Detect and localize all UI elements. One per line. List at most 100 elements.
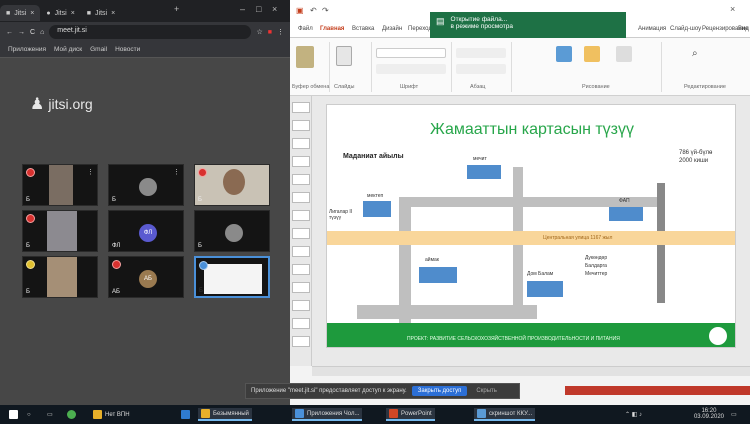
system-clock[interactable]: 16:20 03.09.2020 [694,408,724,420]
tray-icons[interactable]: ⌃ ◧ ♪ [622,408,645,421]
browser-tab[interactable]: ● Jitsi × [40,5,80,21]
url-input[interactable]: meet.jit.si [49,25,252,39]
extension-icon[interactable]: ■ [268,29,272,36]
stop-sharing-button[interactable]: Закрыть доступ [411,386,468,396]
participant-tile[interactable]: Б [194,164,270,206]
slide-thumbnail[interactable] [292,336,310,347]
minimize-icon[interactable]: – [240,4,245,14]
slide-thumbnail[interactable] [292,138,310,149]
close-icon[interactable]: × [111,10,115,17]
shapes-icon[interactable] [556,46,572,62]
building-block[interactable] [419,267,457,283]
font-format-buttons[interactable] [376,64,446,74]
participant-tile[interactable]: АБ АБ [108,256,184,298]
slide-title[interactable]: Жамааттын картасын түзүү [327,121,735,139]
participant-tile[interactable]: Б ⋮ [108,164,184,206]
participant-tile[interactable]: Б [194,210,270,252]
new-tab-button[interactable]: + [174,4,179,14]
ribbon-tab[interactable]: Вставка [352,26,374,32]
reload-icon[interactable]: C [30,29,35,36]
chrome-icon[interactable] [64,408,79,421]
quick-styles-icon[interactable] [616,46,632,62]
browser-tab[interactable]: ■ Jitsi × [0,5,41,21]
redo-icon[interactable]: ↷ [322,6,329,15]
ribbon-tab[interactable]: Слайд-шоу [670,26,701,32]
star-icon[interactable]: ☆ [256,28,262,36]
slide-thumbnail[interactable] [292,210,310,221]
task-view-icon[interactable]: ▭ [44,408,56,421]
bookmark-item[interactable]: Gmail [90,46,107,53]
legend-line: 2000 киши [679,158,709,164]
taskbar-item[interactable]: Приложения Чол... [292,408,363,421]
slide-thumbnail[interactable] [292,246,310,257]
bookmark-item[interactable]: Новости [115,46,140,53]
building-block[interactable] [527,281,563,297]
close-window-icon[interactable]: × [730,4,735,14]
notifications-icon[interactable]: ▭ [728,408,740,421]
participant-tile-screenshare[interactable]: Б [194,256,270,298]
participant-tile[interactable]: ФЛ ФЛ [108,210,184,252]
slide-thumbnail[interactable] [292,318,310,329]
building-block[interactable] [609,207,643,221]
find-icon[interactable]: ⌕ [692,48,698,59]
group-label: Рисование [582,84,610,90]
slide-thumbnail[interactable] [292,174,310,185]
paste-icon[interactable] [296,46,314,68]
taskbar-item[interactable]: Безымянный [198,408,252,421]
slide-thumbnail[interactable] [292,300,310,311]
undo-icon[interactable]: ↶ [310,6,317,15]
home-icon[interactable]: ⌂ [40,29,44,36]
more-icon[interactable]: ⋮ [87,168,94,176]
align-buttons[interactable] [456,64,506,74]
more-icon[interactable]: ⋮ [173,168,180,176]
slide-thumbnail[interactable] [292,120,310,131]
tab-label: Jitsi [14,9,27,17]
maximize-icon[interactable]: □ [256,4,261,14]
horizontal-scrollbar[interactable] [312,366,750,376]
slide-thumbnail[interactable] [292,264,310,275]
taskbar-item[interactable] [178,408,193,421]
search-icon[interactable]: ○ [24,408,34,421]
ribbon-tab[interactable]: Вид [738,26,749,32]
ribbon-tab[interactable]: Дизайн [382,26,402,32]
close-window-icon[interactable]: × [272,4,277,14]
avatar: ФЛ [139,224,157,242]
participant-tile[interactable]: Б [22,256,98,298]
participant-tile[interactable]: Б [22,210,98,252]
slide-thumbnail[interactable] [292,228,310,239]
tab-icon: ● [46,9,51,17]
building-block[interactable] [363,201,391,217]
ribbon-tab[interactable]: Анимация [638,26,666,32]
save-icon[interactable]: ▣ [296,6,304,15]
ribbon-tab[interactable]: Файл [298,26,313,32]
taskbar-item[interactable]: скриншот ККУ... [474,408,536,421]
hide-button[interactable]: Скрыть [472,386,500,396]
start-button[interactable] [6,408,21,421]
browser-tab[interactable]: ■ Jitsi × [81,5,121,21]
slide-thumbnail[interactable] [292,102,310,113]
close-icon[interactable]: × [30,10,34,17]
taskbar-label: Нет ВПН [105,411,130,418]
legend[interactable]: 786 үй-бүлө 2000 киши [679,149,729,165]
taskbar-item[interactable]: Нет ВПН [90,408,133,421]
menu-icon[interactable]: ⋮ [277,28,284,36]
building-block[interactable] [467,165,501,179]
ribbon-tab[interactable]: Главная [320,26,344,32]
paragraph-buttons[interactable] [456,48,506,58]
view-buttons-strip[interactable] [565,386,750,395]
slide-thumbnail[interactable] [292,282,310,293]
back-icon[interactable]: ← [6,29,13,36]
taskbar-item[interactable]: PowerPoint [386,408,435,421]
slide-thumbnail[interactable] [292,192,310,203]
close-icon[interactable]: × [71,10,75,17]
slide[interactable]: Жамааттын картасын түзүү Маданиат айылы … [326,104,736,348]
arrange-icon[interactable] [584,46,600,62]
font-select[interactable] [376,48,446,58]
bookmark-item[interactable]: Приложения [8,46,46,53]
new-slide-icon[interactable] [336,46,352,66]
map-title[interactable]: Маданиат айылы [343,153,404,160]
slide-thumbnail[interactable] [292,156,310,167]
forward-icon[interactable]: → [18,29,25,36]
participant-tile[interactable]: Б ⋮ [22,164,98,206]
bookmark-item[interactable]: Мой диск [54,46,82,53]
